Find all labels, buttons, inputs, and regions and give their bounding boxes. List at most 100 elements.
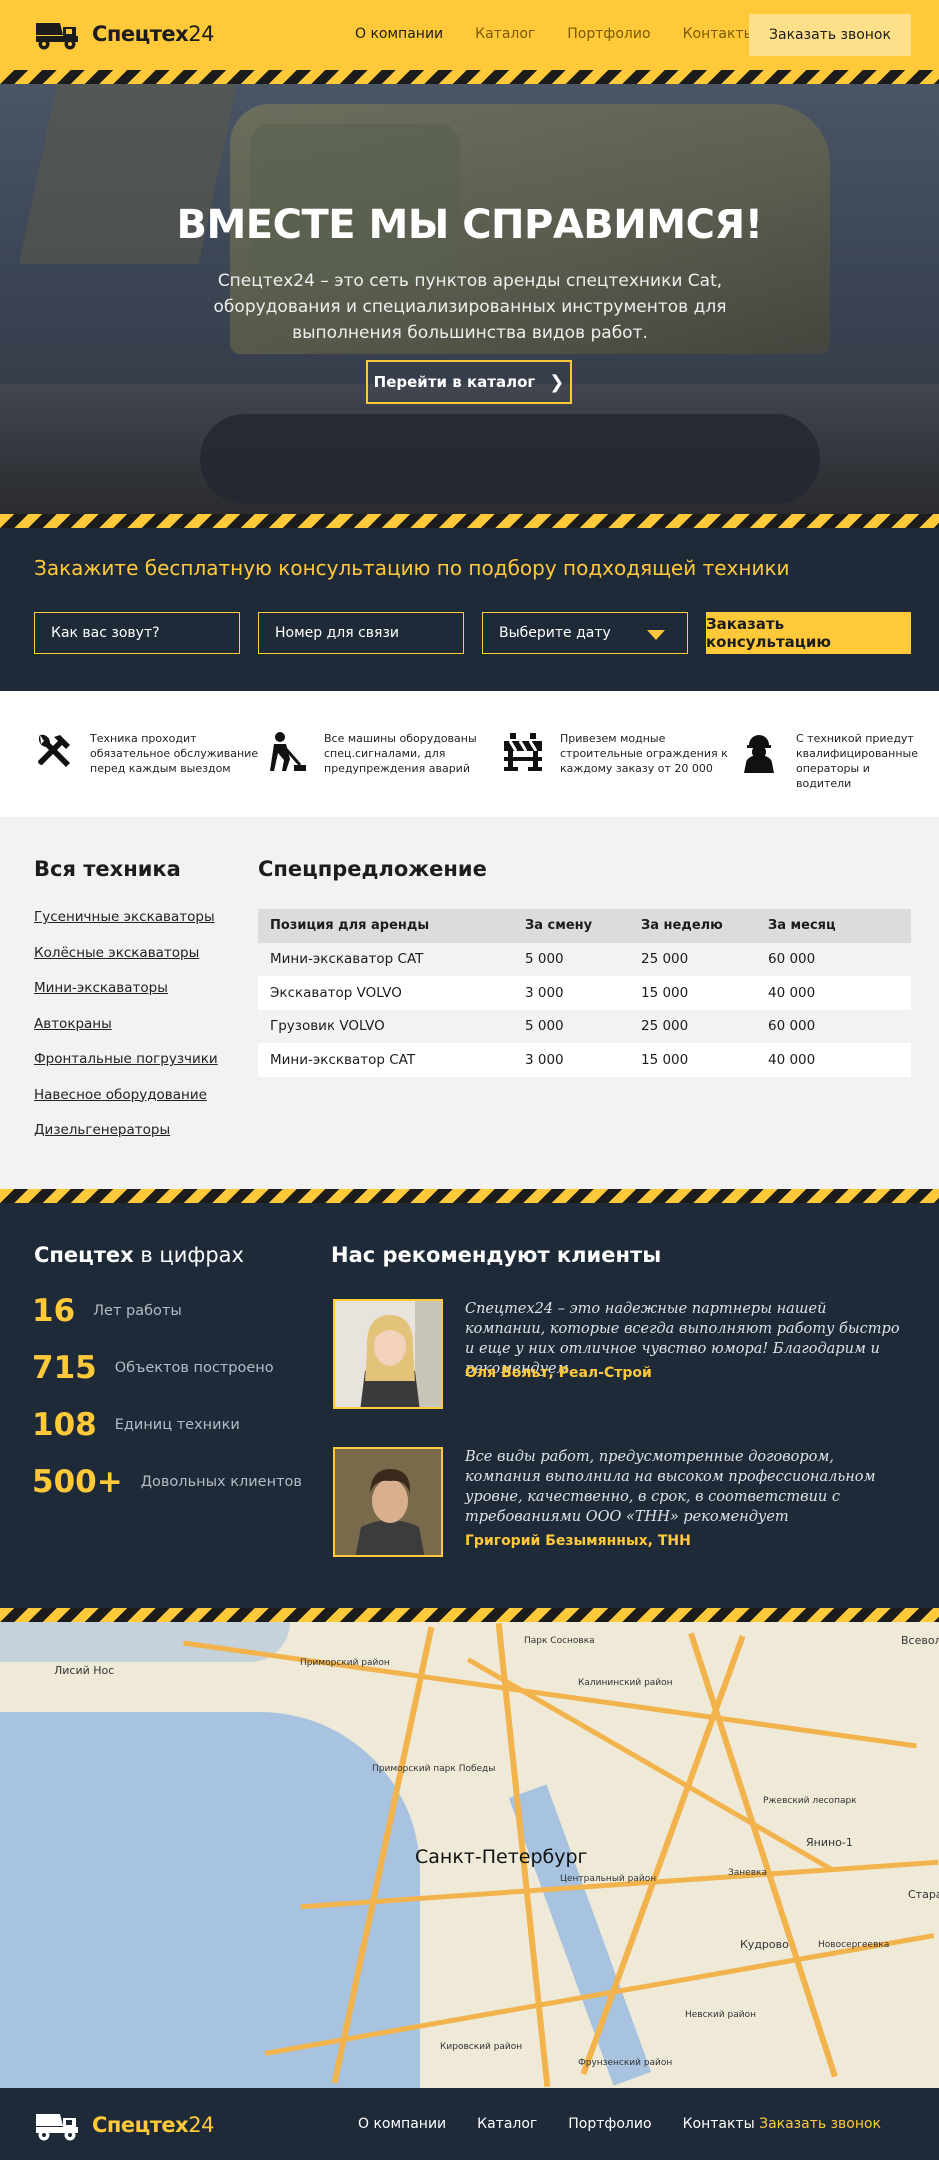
column-header: За неделю [641, 918, 723, 934]
column-header: Позиция для аренды [270, 918, 430, 934]
footer-nav-about[interactable]: О компании [358, 2116, 446, 2132]
catalog-link[interactable]: Колёсные экскаваторы [34, 945, 218, 981]
table-cell: 15 000 [641, 1051, 689, 1068]
nav-catalog[interactable]: Каталог [475, 26, 535, 42]
stat-item: 715 Объектов построено [32, 1350, 274, 1386]
footer-nav-catalog[interactable]: Каталог [477, 2116, 537, 2132]
logo-text: Спецтех24 [92, 22, 214, 46]
map-label: Стара [908, 1888, 939, 1901]
phone-input[interactable]: Номер для связи [258, 612, 464, 654]
map-label: Новосергеевка [818, 1940, 890, 1950]
map-label: Янино-1 [806, 1836, 853, 1849]
footer-nav-portfolio[interactable]: Портфолио [568, 2116, 651, 2132]
catalog-link[interactable]: Навесное оборудование [34, 1087, 218, 1123]
footer: Спецтех24 О компании Каталог Портфолио К… [0, 2088, 939, 2160]
footer-order-call-link[interactable]: Заказать звонок [759, 2116, 881, 2132]
reviews-title: Нас рекомендуют клиенты [331, 1243, 662, 1267]
go-to-catalog-label: Перейти в каталог [373, 373, 536, 391]
offer-table: Позиция для аренды За смену За неделю За… [258, 909, 911, 1077]
column-header: За месяц [768, 918, 836, 934]
footer-nav-contacts[interactable]: Контакты [683, 2116, 755, 2132]
dump-truck-icon [36, 2114, 78, 2141]
table-row: Мини-экскватор CAT 3 000 15 000 40 000 [258, 1043, 911, 1077]
catalog-link[interactable]: Гусеничные экскаваторы [34, 909, 218, 945]
map-label: Ржевский лесопарк [763, 1796, 857, 1806]
catalog-link[interactable]: Мини-экскаваторы [34, 980, 218, 1016]
barrier-icon [504, 733, 542, 771]
table-cell: Мини-экскватор CAT [270, 1051, 416, 1068]
table-row: Экскаватор VOLVO 3 000 15 000 40 000 [258, 976, 911, 1010]
go-to-catalog-button[interactable]: Перейти в каталог ❯ [366, 360, 572, 404]
map-label: Кировский район [440, 2042, 523, 2052]
order-consultation-button[interactable]: Заказать консультацию [706, 612, 911, 654]
map-label: Фрунзенский район [578, 2058, 673, 2068]
header: Спецтех24 О компании Каталог Портфолио К… [0, 0, 939, 70]
date-select[interactable]: Выберите дату [482, 612, 688, 654]
stat-label: Единиц техники [114, 1417, 240, 1433]
stat-number: 16 [32, 1293, 76, 1329]
hazard-stripe [0, 514, 939, 528]
stat-number: 500+ [32, 1464, 123, 1500]
stat-number: 108 [32, 1407, 97, 1443]
hero: ВМЕСТЕ МЫ СПРАВИМСЯ! Спецтех24 – это сет… [0, 84, 939, 514]
hazard-stripe [0, 1608, 939, 1622]
dropdown-arrow-icon [647, 630, 665, 640]
table-cell: 40 000 [768, 984, 816, 1001]
chevron-right-icon: ❯ [549, 371, 565, 393]
order-call-button[interactable]: Заказать звонок [749, 14, 911, 56]
worker-helmet-icon [744, 735, 774, 773]
name-input[interactable]: Как вас зовут? [34, 612, 240, 654]
map-label: Кудрово [740, 1938, 789, 1951]
map-label: Центральный район [560, 1874, 657, 1884]
table-cell: 25 000 [641, 1018, 689, 1035]
feature-item: Техника проходит обязательное обслуживан… [32, 731, 260, 776]
stat-label: Лет работы [93, 1303, 182, 1319]
excavator-track [200, 414, 820, 504]
map-label: Приморский район [300, 1658, 390, 1668]
consultation-form: Закажите бесплатную консультацию по подб… [0, 528, 939, 691]
map-label: Парк Сосновка [524, 1636, 595, 1646]
nav-contacts[interactable]: Контакты [683, 26, 755, 42]
table-row: Грузовик VOLVO 5 000 25 000 60 000 [258, 1010, 911, 1044]
stat-item: 108 Единиц техники [32, 1407, 240, 1443]
table-cell: 60 000 [768, 1018, 816, 1035]
nav-about[interactable]: О компании [355, 26, 443, 42]
map-city-label: Санкт-Петербург [415, 1846, 588, 1868]
date-select-label: Выберите дату [499, 625, 611, 641]
stats-reviews-section: Спецтех в цифрах 16 Лет работы 715 Объек… [0, 1203, 939, 1608]
feature-item: Все машины оборудованы спец.сигналами, д… [266, 731, 494, 776]
stats-title: Спецтех в цифрах [34, 1243, 244, 1267]
logo[interactable]: Спецтех24 [34, 17, 214, 51]
map-label: Всеволожск [901, 1634, 939, 1647]
client-photo [333, 1447, 443, 1557]
stat-item: 16 Лет работы [32, 1293, 182, 1329]
logo-text: Спецтех24 [92, 2113, 214, 2137]
feature-text: С техникой приедут квалифицированные опе… [796, 732, 919, 790]
features: Техника проходит обязательное обслуживан… [0, 691, 939, 817]
map[interactable]: Санкт-Петербург Лисий Нос Приморский рай… [0, 1622, 939, 2088]
road-worker-icon [270, 732, 306, 771]
catalog-link[interactable]: Фронтальные погрузчики [34, 1051, 218, 1087]
nav-portfolio[interactable]: Портфолио [567, 26, 650, 42]
table-header-row: Позиция для аренды За смену За неделю За… [258, 909, 911, 943]
table-cell: 40 000 [768, 1051, 816, 1068]
hazard-stripe [0, 70, 939, 84]
stat-label: Довольных клиентов [140, 1474, 302, 1490]
catalog-link[interactable]: Дизельгенераторы [34, 1122, 218, 1158]
stat-item: 500+ Довольных клиентов [32, 1464, 302, 1500]
footer-logo[interactable]: Спецтех24 [34, 2108, 214, 2142]
table-cell: 5 000 [525, 1018, 564, 1035]
catalog-link[interactable]: Автокраны [34, 1016, 218, 1052]
stat-number: 715 [32, 1350, 97, 1386]
hazard-stripe [0, 1189, 939, 1203]
map-label: Невский район [685, 2010, 757, 2020]
dump-truck-icon [36, 23, 78, 50]
table-cell: 25 000 [641, 951, 689, 968]
catalog-title: Вся техника [34, 857, 181, 881]
table-cell: 60 000 [768, 951, 816, 968]
table-cell: 3 000 [525, 984, 564, 1001]
main-nav: О компании Каталог Портфолио Контакты [355, 26, 787, 42]
hero-subtitle: Спецтех24 – это сеть пунктов аренды спец… [213, 271, 727, 343]
map-label: Заневка [728, 1868, 767, 1878]
table-cell: 3 000 [525, 1051, 564, 1068]
